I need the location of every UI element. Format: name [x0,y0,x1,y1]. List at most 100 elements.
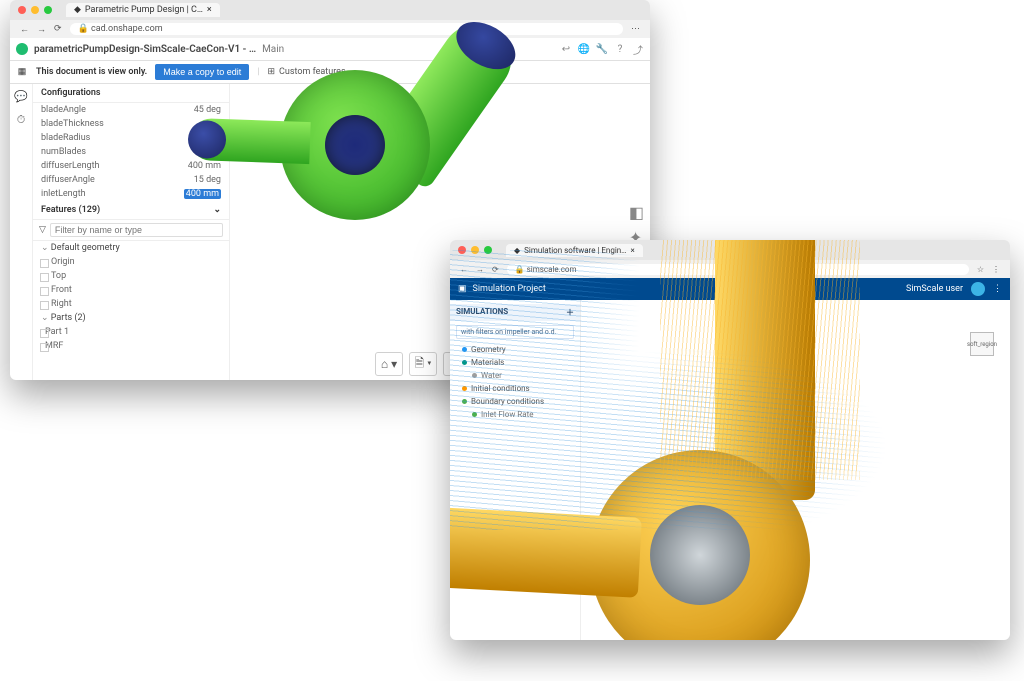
tab-close-icon[interactable]: × [631,246,635,255]
minimize-icon[interactable] [31,6,39,14]
custom-features-button[interactable]: ⊞ Custom features [267,67,345,77]
config-row[interactable]: diffuserLength 400 mm [33,159,229,173]
geometry-item[interactable]: Origin [33,255,229,269]
config-row[interactable]: bladeThickness 10 [33,117,229,131]
configurations-label: Configurations [41,88,101,98]
geometry-item[interactable]: Top [33,269,229,283]
part-item[interactable]: Part 1 [33,325,229,339]
menu-icon[interactable]: ⋮ [993,284,1002,294]
document-title[interactable]: parametricPumpDesign-SimScale-CaeCon-V1 … [34,44,256,55]
node-label: Materials [471,358,504,367]
feature-filter-input[interactable] [50,223,223,237]
url-text: cad.onshape.com [91,24,163,34]
config-row[interactable]: bladeAngle 45 deg [33,103,229,117]
config-row[interactable]: bladeRadius 0.5 mm [33,131,229,145]
make-copy-button[interactable]: Make a copy to edit [155,64,249,80]
default-geometry-group[interactable]: Default geometry [33,241,229,255]
simscale-logo-icon[interactable]: ▣ [458,284,467,294]
simscale-window: ◆ Simulation software | Engin… × ← → ⟳ 🔒… [450,240,1010,640]
url-field[interactable]: 🔒 cad.onshape.com [70,23,623,35]
tree-node[interactable]: Inlet Flow Rate [450,408,580,421]
config-value: 400 mm [184,189,221,199]
bookmark-icon[interactable]: ☆ [977,265,984,274]
tree-node[interactable]: Boundary conditions [450,395,580,408]
branch-label[interactable]: Main [262,44,284,55]
add-simulation-icon[interactable]: ＋ [566,307,574,318]
lock-icon: 🔒 [515,265,525,274]
node-label: Initial conditions [471,384,530,393]
browser-tab[interactable]: ◆ Parametric Pump Design | C… × [66,3,220,17]
config-value: 0.5 mm [190,133,221,143]
nav-forward-icon[interactable]: → [476,265,484,274]
simulations-header[interactable]: SIMULATIONS ＋ [450,304,580,321]
user-label: SimScale user [906,284,963,294]
config-value: 10 [211,119,221,129]
onshape-logo-icon[interactable] [16,43,28,55]
tree-node[interactable]: Materials [450,356,580,369]
extensions-icon[interactable]: ⋯ [631,24,640,34]
close-icon[interactable] [18,6,26,14]
config-row-active[interactable]: inletLength 400 mm [33,187,229,201]
view-cube-face[interactable]: soft_region [970,332,994,356]
help-icon[interactable]: ? [614,43,626,55]
zoom-icon[interactable] [44,6,52,14]
tree-node[interactable]: Geometry [450,343,580,356]
node-status-icon [462,399,467,404]
features-collapse-icon[interactable]: ⌄ [213,205,221,215]
tab-favicon-icon: ◆ [74,5,81,15]
url-field[interactable]: 🔒 simscale.com [507,264,969,275]
browser-address-bar: ← → ⟳ 🔒 cad.onshape.com ⋯ [10,20,650,38]
project-title[interactable]: Simulation Project [473,284,546,294]
nav-reload-icon[interactable]: ⟳ [492,265,499,274]
node-label: Water [481,371,502,380]
feature-filter-row: ▽ [33,220,229,241]
panel-toggle-icon[interactable]: ▦ [16,66,28,78]
config-row[interactable]: numBlades 12 [33,145,229,159]
close-icon[interactable] [458,246,466,254]
filter-icon[interactable]: ▽ [39,225,46,235]
more-icon[interactable]: ⋮ [992,265,1000,274]
comments-icon[interactable]: 💬 [14,90,28,103]
view-cube[interactable]: soft_region [966,328,1002,364]
active-run-chip[interactable]: with filters on impeller and o.d. [456,325,574,339]
wrench-icon[interactable]: 🔧 [596,43,608,55]
avatar[interactable] [971,282,985,296]
view-cube-icon[interactable]: ◧ [629,203,644,222]
tree-node[interactable]: Water [450,369,580,382]
sheets-button[interactable]: 🗎 ▾ [409,352,437,376]
features-label: Features (129) [41,205,100,215]
nav-reload-icon[interactable]: ⟳ [54,24,62,34]
timer-icon[interactable]: ⏱ [17,113,26,127]
tree-node[interactable]: Initial conditions [450,382,580,395]
zoom-icon[interactable] [484,246,492,254]
history-icon[interactable]: ↩ [560,43,572,55]
lock-icon: 🔒 [78,24,89,34]
nav-forward-icon[interactable]: → [37,24,46,35]
url-text: simscale.com [527,265,577,274]
config-name: numBlades [41,147,86,157]
browser-tab-strip: ◆ Parametric Pump Design | C… × [10,0,650,20]
config-row[interactable]: diffuserAngle 15 deg [33,173,229,187]
minimize-icon[interactable] [471,246,479,254]
parts-group[interactable]: Parts (2) [33,311,229,325]
tab-close-icon[interactable]: × [207,5,212,15]
simulation-canvas[interactable]: soft_region [581,300,1010,640]
geometry-item[interactable]: Right [33,297,229,311]
browser-tab[interactable]: ◆ Simulation software | Engin… × [506,244,643,257]
logout-icon[interactable]: ⤴ [632,43,644,55]
traffic-lights[interactable] [458,246,492,254]
tab-favicon-icon: ◆ [514,246,520,255]
app-title-bar: parametricPumpDesign-SimScale-CaeCon-V1 … [10,38,650,61]
globe-icon[interactable]: 🌐 [578,43,590,55]
home-button[interactable]: ⌂ ▾ [375,352,403,376]
nav-back-icon[interactable]: ← [20,24,29,35]
geometry-item[interactable]: Front [33,283,229,297]
traffic-lights[interactable] [18,6,52,14]
part-item[interactable]: MRF [33,339,229,353]
tab-title: Parametric Pump Design | C… [85,5,203,15]
node-status-icon [472,373,477,378]
nav-back-icon[interactable]: ← [460,265,468,274]
config-name: bladeRadius [41,133,90,143]
features-header[interactable]: Features (129) ⌄ [33,201,229,220]
configurations-header[interactable]: Configurations [33,84,229,103]
